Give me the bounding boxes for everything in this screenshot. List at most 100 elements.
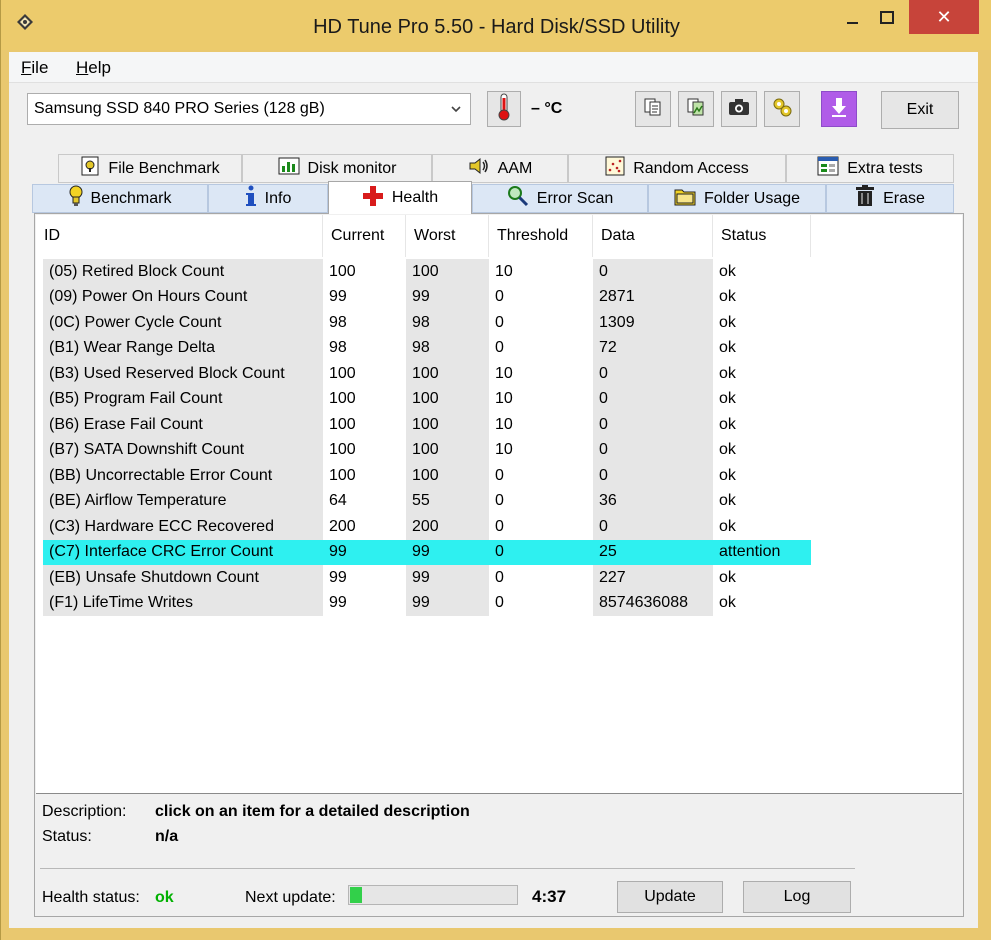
tab-error-scan[interactable]: Error Scan xyxy=(472,184,648,213)
cell-id: (C7) Interface CRC Error Count xyxy=(43,539,323,565)
tab-info[interactable]: Info xyxy=(208,184,328,213)
cell-worst: 99 xyxy=(406,590,489,616)
table-row[interactable]: (B5) Program Fail Count 100 100 10 0 ok xyxy=(36,386,962,412)
table-row[interactable]: (B3) Used Reserved Block Count 100 100 10 0 o… xyxy=(36,361,962,387)
maximize-button[interactable] xyxy=(867,0,907,36)
app-window: HD Tune Pro 5.50 - Hard Disk/SSD Utility… xyxy=(0,0,991,940)
table-row[interactable]: (C7) Interface CRC Error Count 99 99 0 25 att… xyxy=(36,539,962,565)
scatter-chart-icon xyxy=(605,156,625,181)
update-button[interactable]: Update xyxy=(617,881,723,913)
cell-id: (C3) Hardware ECC Recovered xyxy=(43,514,323,540)
cell-worst: 100 xyxy=(406,259,489,285)
health-status-value: ok xyxy=(155,889,174,906)
tab-file-benchmark[interactable]: File Benchmark xyxy=(58,154,242,183)
exit-button[interactable]: Exit xyxy=(881,91,959,129)
file-benchmark-icon xyxy=(80,156,100,181)
table-row[interactable]: (B7) SATA Downshift Count 100 100 10 0 ok xyxy=(36,437,962,463)
cell-status: ok xyxy=(719,517,736,535)
table-row[interactable]: (BB) Uncorrectable Error Count 100 100 0 0 ok xyxy=(36,463,962,489)
next-update-label: Next update: xyxy=(245,889,336,906)
cell-status: ok xyxy=(719,313,736,331)
table-row[interactable]: (05) Retired Block Count 100 100 10 0 ok xyxy=(36,259,962,285)
cell-data: 0 xyxy=(593,412,713,438)
table-row[interactable]: (EB) Unsafe Shutdown Count 99 99 0 227 ok xyxy=(36,565,962,591)
cell-status: ok xyxy=(719,492,736,510)
column-header-current[interactable]: Current xyxy=(323,215,406,257)
cell-current: 64 xyxy=(329,492,347,510)
options-button[interactable] xyxy=(764,91,800,127)
save-button[interactable] xyxy=(821,91,857,127)
folder-icon xyxy=(674,186,696,211)
close-button[interactable]: ✕ xyxy=(909,0,979,34)
cell-current: 100 xyxy=(329,262,356,280)
cell-threshold: 0 xyxy=(495,288,504,306)
cell-status: ok xyxy=(719,262,736,280)
cell-status: ok xyxy=(719,466,736,484)
cell-current: 200 xyxy=(329,517,356,535)
column-header-worst[interactable]: Worst xyxy=(406,215,489,257)
cell-current: 99 xyxy=(329,568,347,586)
table-row[interactable]: (B6) Erase Fail Count 100 100 10 0 ok xyxy=(36,412,962,438)
cell-current: 100 xyxy=(329,441,356,459)
cell-id: (B7) SATA Downshift Count xyxy=(43,437,323,463)
cell-data: 25 xyxy=(593,539,713,565)
download-arrow-icon xyxy=(829,96,849,123)
cell-current: 100 xyxy=(329,390,356,408)
cell-threshold: 0 xyxy=(495,313,504,331)
log-button[interactable]: Log xyxy=(743,881,851,913)
cell-current: 100 xyxy=(329,415,356,433)
tab-disk-monitor[interactable]: Disk monitor xyxy=(242,154,432,183)
tab-extra-tests[interactable]: Extra tests xyxy=(786,154,954,183)
cell-status: ok xyxy=(719,568,736,586)
column-header-threshold[interactable]: Threshold xyxy=(489,215,593,257)
table-row[interactable]: (09) Power On Hours Count 99 99 0 2871 ok xyxy=(36,284,962,310)
magnifier-icon xyxy=(507,185,529,212)
cell-id: (B1) Wear Range Delta xyxy=(43,335,323,361)
chevron-down-icon xyxy=(450,102,462,120)
cell-worst: 100 xyxy=(406,412,489,438)
cell-current: 99 xyxy=(329,594,347,612)
table-row[interactable]: (B1) Wear Range Delta 98 98 0 72 ok xyxy=(36,335,962,361)
tab-benchmark[interactable]: Benchmark xyxy=(32,184,208,213)
description-label: Description: xyxy=(42,803,127,820)
cell-data: 227 xyxy=(593,565,713,591)
tab-erase[interactable]: Erase xyxy=(826,184,954,213)
disk-monitor-icon xyxy=(278,157,300,180)
cell-threshold: 0 xyxy=(495,594,504,612)
temperature-button[interactable] xyxy=(487,91,521,127)
close-icon: ✕ xyxy=(936,6,952,27)
table-row[interactable]: (0C) Power Cycle Count 98 98 0 1309 ok xyxy=(36,310,962,336)
drive-select[interactable]: Samsung SSD 840 PRO Series (128 gB) xyxy=(27,93,471,125)
cell-current: 99 xyxy=(329,288,347,306)
info-icon xyxy=(245,185,257,212)
menu-help[interactable]: Help xyxy=(76,58,111,78)
cell-threshold: 10 xyxy=(495,415,513,433)
cell-worst: 100 xyxy=(406,386,489,412)
cell-current: 100 xyxy=(329,364,356,382)
cell-status: ok xyxy=(719,390,736,408)
column-header-id[interactable]: ID xyxy=(36,215,323,257)
menu-file[interactable]: File xyxy=(21,58,48,78)
drive-select-value: Samsung SSD 840 PRO Series (128 gB) xyxy=(34,100,325,117)
tab-health[interactable]: Health xyxy=(328,181,472,214)
cell-id: (EB) Unsafe Shutdown Count xyxy=(43,565,323,591)
tab-aam[interactable]: AAM xyxy=(432,154,568,183)
cell-data: 72 xyxy=(593,335,713,361)
tab-folder-usage[interactable]: Folder Usage xyxy=(648,184,826,213)
copy-image-icon xyxy=(686,97,706,122)
cell-worst: 99 xyxy=(406,565,489,591)
column-header-status[interactable]: Status xyxy=(713,215,811,257)
column-header-data[interactable]: Data xyxy=(593,215,713,257)
table-row[interactable]: (C3) Hardware ECC Recovered 200 200 0 0 ok xyxy=(36,514,962,540)
copy-image-button[interactable] xyxy=(678,91,714,127)
table-row[interactable]: (F1) LifeTime Writes 99 99 0 8574636088 ok xyxy=(36,590,962,616)
copy-text-button[interactable] xyxy=(635,91,671,127)
cell-worst: 99 xyxy=(406,539,489,565)
screenshot-button[interactable] xyxy=(721,91,757,127)
title-bar[interactable]: HD Tune Pro 5.50 - Hard Disk/SSD Utility… xyxy=(1,0,991,50)
cell-status: ok xyxy=(719,415,736,433)
smart-table[interactable]: ID Current Worst Threshold Data Status (… xyxy=(36,215,962,794)
cell-data: 0 xyxy=(593,463,713,489)
table-row[interactable]: (BE) Airflow Temperature 64 55 0 36 ok xyxy=(36,488,962,514)
tab-random-access[interactable]: Random Access xyxy=(568,154,786,183)
